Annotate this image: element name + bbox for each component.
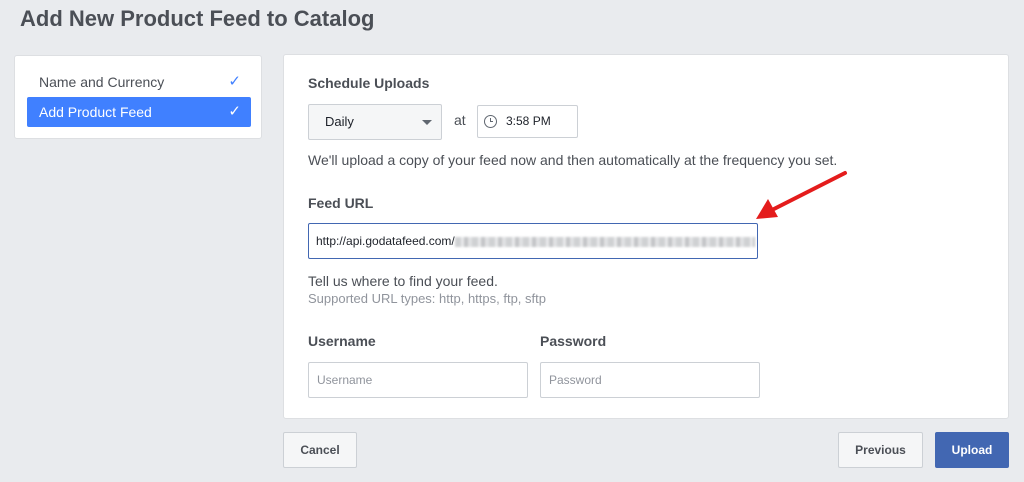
checkmark-icon: ✓ [228,103,241,120]
frequency-select[interactable]: Daily [308,104,442,140]
page-title: Add New Product Feed to Catalog [20,6,375,31]
feed-url-label: Feed URL [308,195,374,211]
time-picker[interactable]: 3:58 PM [477,105,578,138]
feed-url-value: http://api.godatafeed.com/ [316,234,455,248]
step-label: Name and Currency [39,74,165,90]
username-input[interactable]: Username [308,362,528,398]
feed-form-panel: Schedule Uploads Daily at 3:58 PM We'll … [283,54,1009,419]
upload-button[interactable]: Upload [935,432,1009,468]
checkmark-icon: ✓ [228,73,241,90]
step-add-product-feed[interactable]: Add Product Feed ✓ [27,97,251,127]
step-name-and-currency[interactable]: Name and Currency ✓ [27,67,251,97]
schedule-uploads-label: Schedule Uploads [308,75,430,91]
supported-url-types: Supported URL types: http, https, ftp, s… [308,291,546,306]
password-input[interactable]: Password [540,362,760,398]
cancel-button[interactable]: Cancel [283,432,357,468]
password-label: Password [540,333,607,349]
feed-url-help: Tell us where to find your feed. [308,273,498,289]
time-value: 3:58 PM [506,114,551,128]
frequency-value: Daily [325,114,354,129]
feed-url-input[interactable]: http://api.godatafeed.com/ [308,223,758,259]
chevron-down-icon [422,120,432,125]
previous-button[interactable]: Previous [838,432,923,468]
annotation-arrow-icon [756,171,847,219]
password-placeholder: Password [549,373,602,387]
at-label: at [454,112,466,128]
redacted-url-blur [454,236,755,247]
username-label: Username [308,333,376,349]
username-placeholder: Username [317,373,373,387]
steps-panel: Name and Currency ✓ Add Product Feed ✓ [14,55,262,139]
clock-icon [484,115,497,128]
step-label: Add Product Feed [39,104,152,120]
